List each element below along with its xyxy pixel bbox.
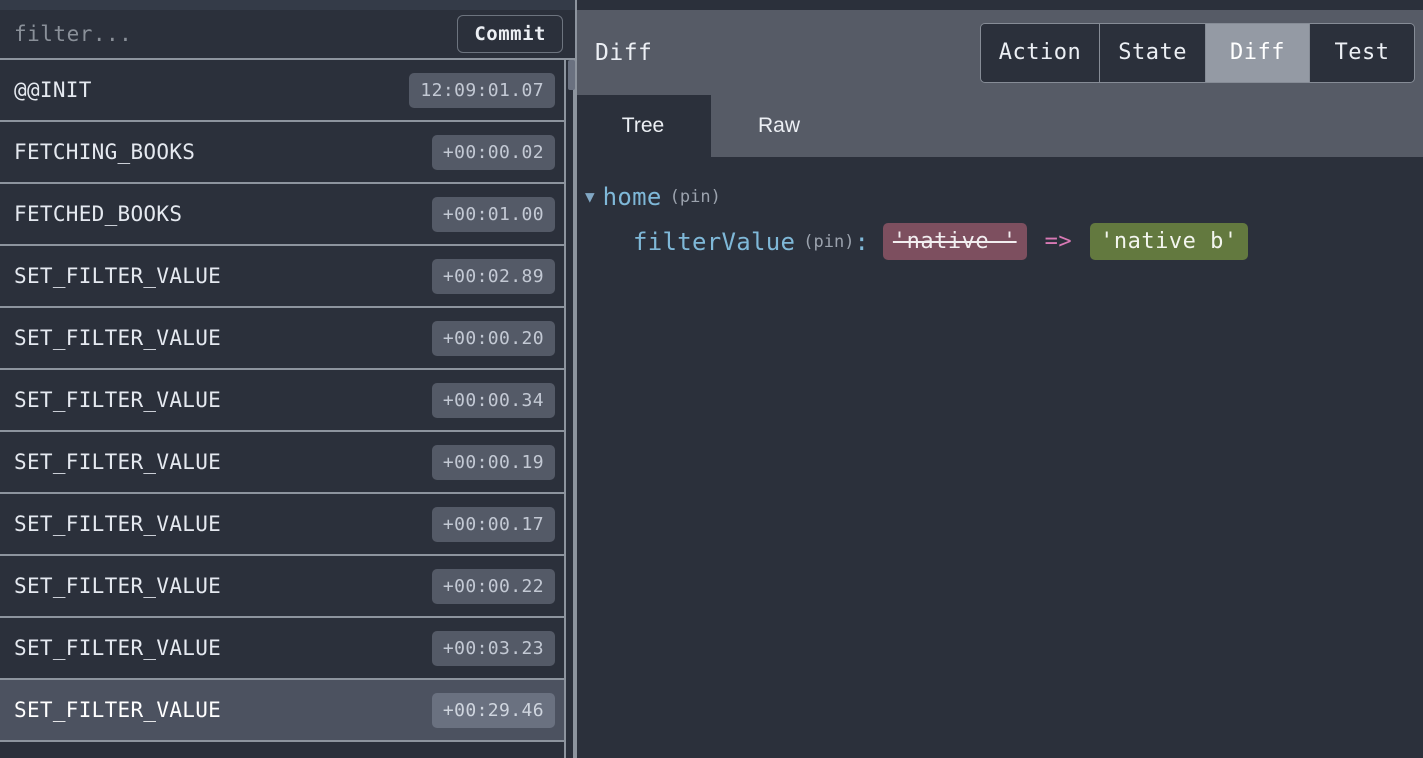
- action-row[interactable]: SET_FILTER_VALUE +00:03.23: [0, 618, 575, 680]
- action-row-name: SET_FILTER_VALUE: [14, 698, 222, 722]
- inspector-panel: Diff Action State Diff Test Tree Raw ▼ home …: [575, 0, 1423, 758]
- top-strip: [0, 0, 575, 10]
- action-row-name: SET_FILTER_VALUE: [14, 450, 222, 474]
- chevron-down-icon[interactable]: ▼: [585, 189, 595, 205]
- diff-entry-pin-label[interactable]: (pin): [803, 232, 854, 252]
- action-row[interactable]: SET_FILTER_VALUE +00:00.34: [0, 370, 575, 432]
- filter-bar: Commit: [0, 10, 575, 60]
- action-row-name: FETCHED_BOOKS: [14, 202, 183, 226]
- action-row-name: SET_FILTER_VALUE: [14, 574, 222, 598]
- action-row-name: FETCHING_BOOKS: [14, 140, 196, 164]
- action-row-timestamp: +00:02.89: [431, 258, 555, 294]
- diff-old-value: 'native ': [882, 223, 1027, 260]
- action-list-scroll-thumb[interactable]: [568, 60, 575, 90]
- diff-new-value: 'native b': [1090, 223, 1248, 260]
- diff-entry-colon: :: [854, 227, 869, 256]
- action-row[interactable]: FETCHING_BOOKS +00:00.02: [0, 122, 575, 184]
- diff-tree-content: ▼ home (pin) filterValue (pin) : 'native…: [575, 157, 1423, 758]
- action-row-timestamp: +00:29.46: [431, 692, 555, 728]
- action-row[interactable]: SET_FILTER_VALUE +00:00.19: [0, 432, 575, 494]
- action-row-name: SET_FILTER_VALUE: [14, 636, 222, 660]
- action-row-name: SET_FILTER_VALUE: [14, 512, 222, 536]
- diff-entry-row: filterValue (pin) : 'native ' => 'native…: [581, 223, 1403, 260]
- redux-devtools-window: Commit @@INIT 12:09:01.07 FETCHING_BOOKS +0…: [0, 0, 1423, 758]
- action-row-name: SET_FILTER_VALUE: [14, 264, 222, 288]
- action-row[interactable]: SET_FILTER_VALUE +00:00.22: [0, 556, 575, 618]
- diff-root-pin-label[interactable]: (pin): [670, 187, 721, 207]
- action-row-timestamp: +00:00.34: [431, 382, 555, 418]
- action-row-timestamp: 12:09:01.07: [409, 72, 555, 108]
- action-row[interactable]: @@INIT 12:09:01.07: [0, 60, 575, 122]
- action-row[interactable]: SET_FILTER_VALUE +00:00.17: [0, 494, 575, 556]
- action-row[interactable]: FETCHED_BOOKS +00:01.00: [0, 184, 575, 246]
- action-row-timestamp: +00:00.19: [431, 444, 555, 480]
- tab-action[interactable]: Action: [980, 23, 1101, 82]
- commit-button[interactable]: Commit: [457, 15, 563, 53]
- subtab-tree[interactable]: Tree: [575, 95, 711, 157]
- action-row-timestamp: +00:00.02: [431, 134, 555, 170]
- panel-divider: [575, 0, 577, 758]
- action-row[interactable]: SET_FILTER_VALUE +00:29.46: [0, 680, 575, 742]
- action-row-timestamp: +00:01.00: [431, 196, 555, 232]
- diff-arrow-icon: =>: [1044, 229, 1073, 254]
- action-row[interactable]: SET_FILTER_VALUE +00:02.89: [0, 246, 575, 308]
- inspector-header: Diff Action State Diff Test: [575, 10, 1423, 95]
- action-row-timestamp: +00:00.22: [431, 568, 555, 604]
- action-row-name: SET_FILTER_VALUE: [14, 388, 222, 412]
- action-list-panel: Commit @@INIT 12:09:01.07 FETCHING_BOOKS +0…: [0, 0, 575, 758]
- diff-root-key: home: [602, 183, 662, 211]
- diff-entry-key: filterValue: [633, 227, 796, 256]
- inspector-tab-group: Action State Diff Test: [979, 22, 1415, 83]
- action-list[interactable]: @@INIT 12:09:01.07 FETCHING_BOOKS +00:00.02…: [0, 60, 575, 758]
- tab-state[interactable]: State: [1100, 23, 1206, 82]
- filter-input[interactable]: [14, 22, 458, 46]
- inspector-subtab-bar: Tree Raw: [575, 95, 1423, 157]
- tab-test[interactable]: Test: [1310, 23, 1414, 82]
- action-row-name: SET_FILTER_VALUE: [14, 326, 222, 350]
- action-row-timestamp: +00:03.23: [431, 630, 555, 666]
- diff-tree-root-node[interactable]: ▼ home (pin): [581, 183, 1403, 211]
- action-row[interactable]: SET_FILTER_VALUE +00:00.20: [0, 308, 575, 370]
- tab-diff[interactable]: Diff: [1206, 23, 1310, 82]
- action-row-timestamp: +00:00.20: [431, 320, 555, 356]
- action-list-scrollbar[interactable]: [564, 60, 575, 758]
- inspector-title: Diff: [595, 39, 653, 66]
- subtab-raw[interactable]: Raw: [711, 95, 847, 157]
- action-row-timestamp: +00:00.17: [431, 506, 555, 542]
- action-row-name: @@INIT: [14, 78, 92, 102]
